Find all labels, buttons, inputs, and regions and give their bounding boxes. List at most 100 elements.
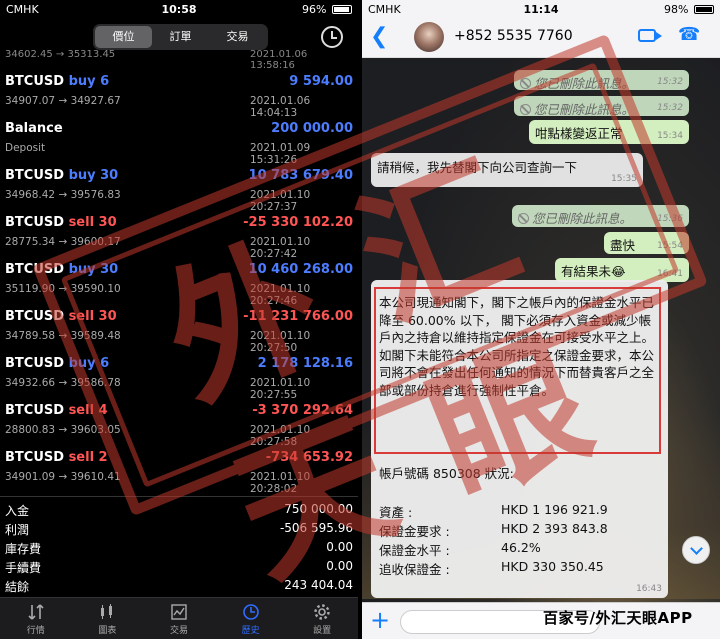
status-bar-right: CMHK 11:14 98%	[362, 0, 720, 20]
trade-symbol: BTCUSD sell 30	[5, 215, 117, 230]
figure-value: HKD 330 350.45	[501, 559, 604, 574]
summary-row: 庫存費 0.00	[0, 538, 358, 557]
outgoing-message-bubble[interactable]: 盡快 15:54	[604, 232, 689, 254]
trade-row[interactable]: BTCUSD sell 30 28775.34 → 39600.17 -25 330…	[0, 207, 358, 260]
trade-row[interactable]: BTCUSD sell 4 28800.83 → 39603.05 -3 370 2…	[0, 395, 358, 448]
trade-profit: -3 370 292.64	[252, 403, 353, 418]
figure-value: HKD 1 196 921.9	[501, 502, 608, 517]
trading-history-screen: CMHK 10:58 96% 價位 訂單 交易 34602.45 → 35313…	[0, 0, 358, 639]
summary-value: 243 404.04	[284, 578, 353, 592]
trade-symbol: Balance	[5, 121, 63, 136]
tab-label: 行情	[26, 626, 45, 636]
message-time: 15:32	[657, 103, 683, 113]
trade-profit: 9 594.00	[289, 74, 353, 89]
symbol-name: BTCUSD	[5, 262, 65, 277]
deleted-message-bubble[interactable]: 您已刪除此訊息。 15:32	[514, 70, 689, 91]
outgoing-message-bubble[interactable]: 有結果未😂 16:41	[555, 258, 689, 282]
battery-icon	[332, 5, 352, 14]
history-period-clock-icon[interactable]	[321, 26, 343, 48]
trade-prices: 34789.58 → 39589.48	[5, 330, 121, 342]
trade-side-volume: buy 6	[68, 356, 110, 371]
deleted-message-bubble[interactable]: 您已刪除此訊息。 15:32	[514, 96, 689, 117]
account-figure-row: 追收保證金 : HKD 330 350.45	[379, 559, 659, 577]
trade-prices: 34602.45 → 35313.45	[5, 49, 116, 60]
quotes-icon	[28, 604, 44, 620]
battery-status: 98%	[664, 3, 714, 16]
contact-avatar[interactable]	[414, 22, 444, 52]
trade-symbol: BTCUSD sell 4	[5, 403, 108, 418]
trade-row[interactable]: BTCUSD buy 30 34968.42 → 39576.83 10 783 6…	[0, 160, 358, 213]
trade-symbol: BTCUSD sell 30	[5, 309, 117, 324]
summary-label: 手續費	[5, 561, 42, 575]
partial-trade-row: 34602.45 → 35313.45 2021.01.06 13:58:16	[5, 49, 355, 71]
battery-percent: 96%	[302, 3, 327, 16]
summary-row: 手續費 0.00	[0, 557, 358, 576]
deleted-message-bubble[interactable]: 您已刪除此訊息。 15:36	[512, 205, 689, 227]
summary-row: 入金 750 000.00	[0, 500, 358, 519]
summary-value: -506 595.96	[279, 521, 353, 535]
trade-row[interactable]: Balance Deposit 200 000.00 2021.01.09 15:3…	[0, 113, 358, 166]
trade-prices: 28775.34 → 39600.17	[5, 236, 121, 248]
message-time: 15:36	[657, 214, 683, 224]
margin-call-message[interactable]: 本公司現通知閣下，閣下之帳戶內的保證金水平已降至 60.00% 以下， 閣下必須…	[371, 280, 668, 598]
account-summary: 入金 750 000.00 利潤 -506 595.96 庫存費 0.00 手續費 0.00 結…	[0, 496, 358, 595]
contact-name[interactable]: +852 5535 7760	[454, 28, 573, 44]
trade-side-volume: sell 30	[68, 309, 117, 324]
message-body: 盡快	[610, 238, 636, 253]
segment-trades[interactable]: 交易	[209, 26, 266, 48]
trade-side-volume: sell 2	[68, 450, 108, 465]
message-time: 16:41	[657, 269, 683, 279]
trade-side-volume: buy 6	[68, 74, 110, 89]
voice-call-icon[interactable]: ☎	[678, 24, 700, 45]
tab-history[interactable]: 歷史	[215, 598, 287, 639]
margin-notice-text: 本公司現通知閣下，閣下之帳戶內的保證金水平已降至 60.00% 以下， 閣下必須…	[379, 294, 659, 399]
whatsapp-chat-screen: CMHK 11:14 98% ❮ +852 5535 7760 ☎ 您已刪除此訊…	[362, 0, 720, 639]
outgoing-message-bubble[interactable]: 咁點樣變返正常 15:34	[529, 120, 689, 144]
trade-profit: -25 330 102.20	[243, 215, 353, 230]
message-body: 有結果未😂	[561, 264, 626, 279]
summary-label: 入金	[5, 504, 30, 518]
battery-icon	[694, 5, 714, 14]
scroll-to-bottom-button[interactable]	[682, 536, 710, 564]
trade-prices: 28800.83 → 39603.05	[5, 424, 121, 436]
trade-row[interactable]: BTCUSD buy 6 34907.07 → 34927.67 9 594.00 2…	[0, 66, 358, 119]
notice-paragraph-2: 如閣下未能符合本公司所指定之保證金要求，本公司將不會在發出任何通知的情況下而替貴…	[379, 347, 655, 398]
symbol-name: BTCUSD	[5, 356, 65, 371]
trade-symbol: BTCUSD buy 6	[5, 74, 109, 89]
notice-paragraph-1: 本公司現通知閣下，閣下之帳戶內的保證金水平已降至 60.00% 以下， 閣下必須…	[379, 295, 655, 345]
tab-settings[interactable]: 設置	[286, 598, 358, 639]
symbol-name: BTCUSD	[5, 309, 65, 324]
symbol-name: BTCUSD	[5, 168, 65, 183]
segment-orders[interactable]: 訂單	[152, 26, 209, 48]
deleted-icon	[520, 104, 531, 115]
trade-row[interactable]: BTCUSD buy 6 34932.66 → 39586.78 2 178 128…	[0, 348, 358, 401]
tab-trade[interactable]: 交易	[143, 598, 215, 639]
message-time: 15:32	[657, 77, 683, 87]
summary-row: 利潤 -506 595.96	[0, 519, 358, 538]
symbol-name: BTCUSD	[5, 74, 65, 89]
deleted-icon	[520, 78, 531, 89]
trade-row[interactable]: BTCUSD sell 2 34901.09 → 39610.41 -734 653…	[0, 442, 358, 495]
trade-prices: 34907.07 → 34927.67	[5, 95, 121, 107]
trade-row[interactable]: BTCUSD sell 30 34789.58 → 39589.48 -11 231…	[0, 301, 358, 354]
figure-value: 46.2%	[501, 540, 541, 555]
summary-label: 結餘	[5, 580, 30, 594]
symbol-name: BTCUSD	[5, 215, 65, 230]
message-time: 15:34	[657, 131, 683, 141]
message-body: 您已刪除此訊息。	[532, 211, 633, 226]
account-status-heading: 帳戶號碼 850308 狀況:	[379, 466, 514, 481]
trade-profit: -11 231 766.00	[243, 309, 353, 324]
symbol-name: BTCUSD	[5, 403, 65, 418]
account-figure-row: 保證金要求 : HKD 2 393 843.8	[379, 521, 659, 539]
video-call-icon[interactable]	[638, 29, 662, 42]
tab-quotes[interactable]: 行情	[0, 598, 72, 639]
back-chevron-icon[interactable]: ❮	[370, 26, 388, 48]
segment-price[interactable]: 價位	[95, 26, 152, 48]
trade-row[interactable]: BTCUSD buy 30 35119.90 → 39590.10 10 460 2…	[0, 254, 358, 307]
message-time: 15:35	[611, 174, 637, 184]
trade-history-list: BTCUSD buy 6 34907.07 → 34927.67 9 594.00 2…	[0, 66, 358, 495]
incoming-message-bubble[interactable]: 請稍候，我先替閣下向公司查詢一下 15:35	[371, 153, 643, 187]
attach-plus-icon[interactable]: +	[370, 607, 390, 633]
tab-chart[interactable]: 圖表	[72, 598, 144, 639]
history-icon	[242, 604, 259, 620]
